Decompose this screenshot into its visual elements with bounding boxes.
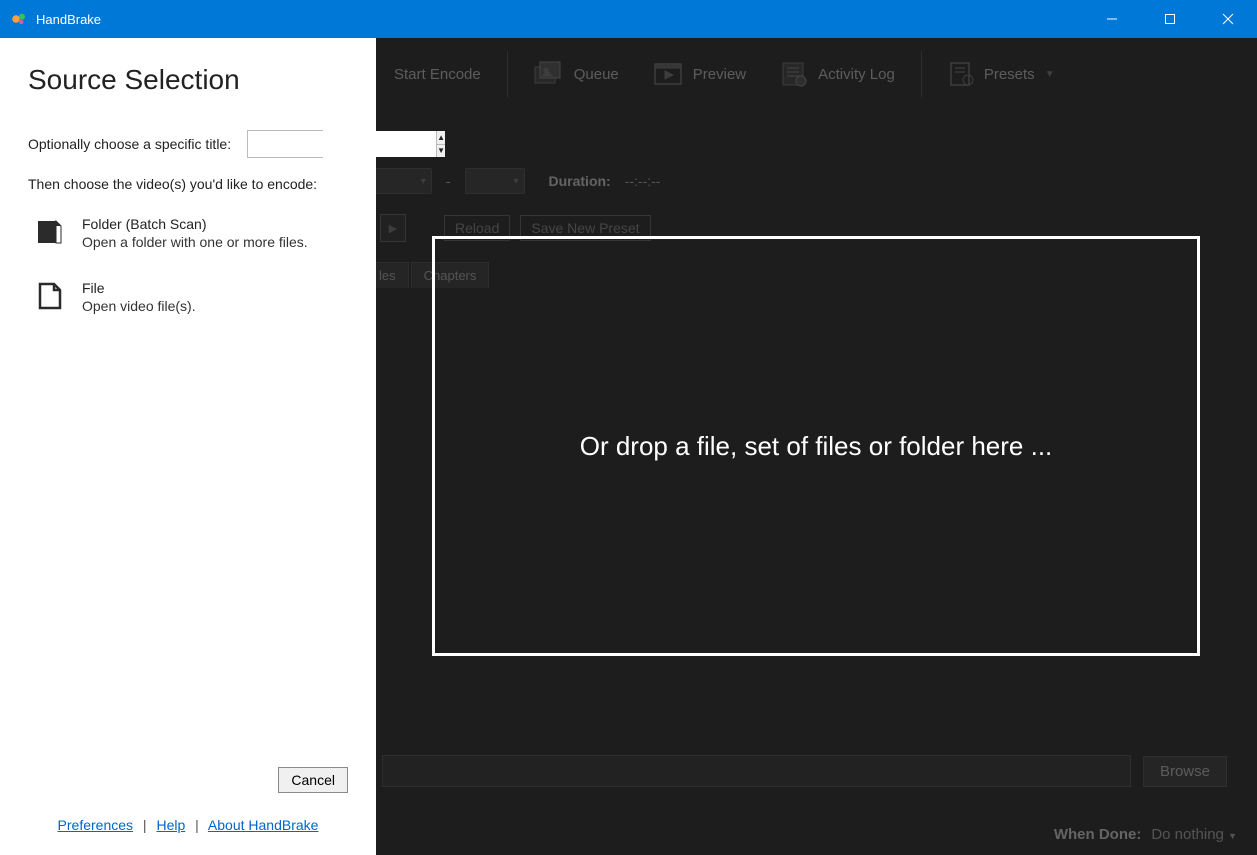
footer-links: Preferences | Help | About HandBrake [58, 817, 319, 835]
title-number-spinner[interactable]: ▲ ▼ [247, 130, 323, 158]
choose-videos-label: Then choose the video(s) you'd like to e… [28, 176, 348, 192]
app-title: HandBrake [36, 12, 101, 27]
drop-zone-text: Or drop a file, set of files or folder h… [580, 431, 1053, 462]
app-icon [10, 10, 28, 28]
cancel-button[interactable]: Cancel [278, 767, 348, 793]
panel-heading: Source Selection [28, 64, 348, 96]
specific-title-label: Optionally choose a specific title: [28, 136, 231, 152]
window-maximize-button[interactable] [1141, 0, 1199, 38]
titlebar: HandBrake [0, 0, 1257, 38]
option-title: Folder (Batch Scan) [82, 216, 308, 232]
about-link[interactable]: About HandBrake [208, 817, 319, 833]
help-link[interactable]: Help [156, 817, 185, 833]
main-area: Start Encode Queue Preview [0, 38, 1257, 855]
window-close-button[interactable] [1199, 0, 1257, 38]
option-title: File [82, 280, 196, 296]
folder-icon [34, 216, 66, 248]
spinner-up-button[interactable]: ▲ [437, 131, 445, 145]
spinner-down-button[interactable]: ▼ [437, 145, 445, 158]
title-number-input[interactable] [248, 131, 436, 157]
drop-zone[interactable]: Or drop a file, set of files or folder h… [432, 236, 1200, 656]
window-minimize-button[interactable] [1083, 0, 1141, 38]
preferences-link[interactable]: Preferences [58, 817, 133, 833]
file-icon [34, 280, 66, 312]
option-desc: Open a folder with one or more files. [82, 234, 308, 250]
source-selection-panel: Source Selection Optionally choose a spe… [0, 38, 376, 855]
folder-source-option[interactable]: Folder (Batch Scan) Open a folder with o… [28, 212, 348, 254]
option-desc: Open video file(s). [82, 298, 196, 314]
file-source-option[interactable]: File Open video file(s). [28, 276, 348, 318]
